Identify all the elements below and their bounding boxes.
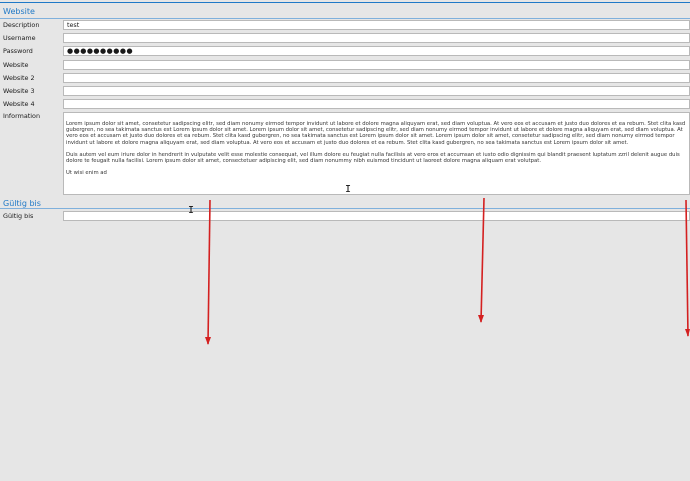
red-arrow-middle (480, 197, 485, 323)
annotation-arrows (205, 197, 690, 345)
red-arrow-left-head (205, 337, 211, 345)
red-arrow-right (685, 199, 689, 337)
red-arrow-middle-head (478, 315, 484, 323)
red-arrow-left (207, 199, 211, 345)
